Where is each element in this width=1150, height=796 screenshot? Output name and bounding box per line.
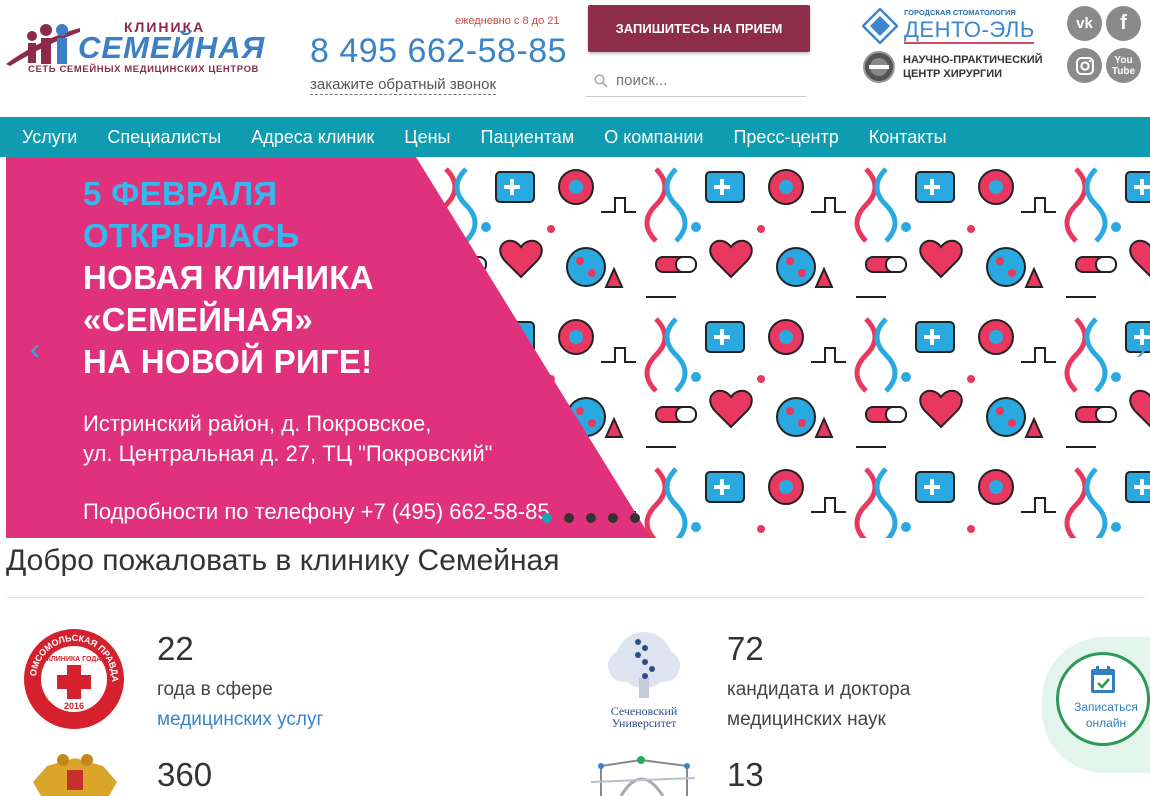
main-navigation: Услуги Специалисты Адреса клиник Цены Па…	[0, 117, 1150, 157]
search-icon[interactable]	[586, 73, 616, 88]
banner-headline-date: 5 ФЕВРАЛЯ	[83, 175, 278, 212]
banner-phone-info: Подробности по телефону +7 (495) 662-58-…	[83, 499, 550, 524]
award-title-text: КЛИНИКА ГОДА	[47, 656, 102, 663]
youtube-icon[interactable]: You Tube	[1106, 48, 1141, 83]
surgery-center-text: НАУЧНО-ПРАКТИЧЕСКИЙ ЦЕНТР ХИРУРГИИ	[903, 53, 1043, 81]
youtube-label-2: Tube	[1111, 65, 1136, 77]
clinic-of-year-award-icon: КОМСОМОЛЬСКАЯ ПРАВДА МОСКВА КЛИНИКА ГОДА…	[22, 627, 124, 729]
nav-item-press[interactable]: Пресс-центр	[733, 127, 838, 148]
facebook-icon[interactable]: f	[1106, 6, 1141, 41]
dento-el-title: ДЕНТО-ЭЛЬ	[904, 17, 1035, 42]
banner-headline-opened: ОТКРЫЛАСЬ	[83, 217, 300, 254]
award-year-text: 2016	[64, 701, 84, 711]
instagram-icon[interactable]	[1067, 48, 1102, 83]
working-hours: ежедневно с 8 до 21	[455, 15, 560, 27]
nav-item-addresses[interactable]: Адреса клиник	[251, 127, 374, 148]
carousel-dot[interactable]	[542, 513, 552, 523]
welcome-heading: Добро пожаловать в клинику Семейная	[6, 544, 560, 577]
carousel-next-arrow-icon[interactable]: ›	[1136, 333, 1146, 367]
stat-years-line-2[interactable]: медицинских услуг	[157, 709, 323, 731]
surgery-line-2: ЦЕНТР ХИРУРГИИ	[903, 68, 1003, 80]
carousel-dot[interactable]	[630, 513, 640, 523]
banner-headline-clinic: НОВАЯ КЛИНИКА	[83, 259, 374, 296]
carousel-dot[interactable]	[586, 513, 596, 523]
banner-address-line-2: ул. Центральная д. 27, ТЦ "Покровский"	[83, 441, 493, 466]
callback-link[interactable]: закажите обратный звонок	[310, 76, 497, 95]
stat-years-number: 22	[157, 630, 194, 667]
logo-title: СЕМЕЙНАЯ	[78, 30, 266, 65]
site-header: КЛИНИКА СЕМЕЙНАЯ СЕТЬ СЕМЕЙНЫХ МЕДИЦИНСК…	[0, 0, 1150, 117]
logo-subtitle: СЕТЬ СЕМЕЙНЫХ МЕДИЦИНСКИХ ЦЕНТРОВ	[28, 64, 260, 75]
carousel-dots	[542, 513, 652, 523]
surgery-line-1: НАУЧНО-ПРАКТИЧЕСКИЙ	[903, 54, 1043, 66]
tooth-diamond-icon	[862, 8, 898, 44]
online-booking-widget: Записаться онлайн	[1042, 637, 1150, 773]
appointment-button[interactable]: ЗАПИШИТЕСЬ НА ПРИЕМ	[588, 5, 810, 52]
banner-headline-name: «СЕМЕЙНАЯ»	[83, 301, 314, 338]
surgery-emblem-icon	[863, 51, 895, 83]
coat-of-arms-icon	[33, 754, 117, 796]
youtube-label-1: You	[1114, 54, 1133, 66]
nav-item-patients[interactable]: Пациентам	[481, 127, 575, 148]
search-input[interactable]	[616, 72, 796, 89]
sechenov-university-logo: Сеченовский Университет	[598, 628, 690, 730]
nav-item-prices[interactable]: Цены	[404, 127, 450, 148]
promo-carousel[interactable]: 5 ФЕВРАЛЯ ОТКРЫЛАСЬ НОВАЯ КЛИНИКА «СЕМЕЙ…	[6, 157, 1150, 538]
stat-doctors-line-2: медицинских наук	[727, 709, 886, 730]
dento-el-partner-logo[interactable]: ГОРОДСКАЯ СТОМАТОЛОГИЯ ДЕНТО-ЭЛЬ	[862, 6, 1042, 46]
dento-el-underline	[904, 42, 1034, 44]
phone-number[interactable]: 8 495 662-58-85	[310, 32, 567, 71]
stat-specialists-number: 360	[157, 756, 213, 793]
nav-item-services[interactable]: Услуги	[22, 127, 77, 148]
calendar-check-icon	[1091, 666, 1115, 693]
section-divider	[6, 597, 1146, 598]
stat-years-line-1: года в сфере	[157, 679, 273, 700]
nav-item-about[interactable]: О компании	[604, 127, 703, 148]
online-booking-label: Записаться онлайн	[1059, 699, 1150, 731]
surgery-center-partner-logo[interactable]: НАУЧНО-ПРАКТИЧЕСКИЙ ЦЕНТР ХИРУРГИИ	[862, 50, 1052, 86]
carousel-dot[interactable]	[564, 513, 574, 523]
stat-clinics-number: 13	[727, 756, 764, 793]
clinic-logo[interactable]: КЛИНИКА СЕМЕЙНАЯ СЕТЬ СЕМЕЙНЫХ МЕДИЦИНСК…	[6, 14, 268, 76]
stat-doctors-line-1: кандидата и доктора	[727, 679, 911, 700]
metro-map-icon	[591, 756, 695, 796]
search-box	[586, 65, 806, 97]
carousel-prev-arrow-icon[interactable]: ‹	[30, 333, 40, 367]
banner-address-line-1: Истринский район, д. Покровское,	[83, 411, 432, 436]
carousel-dot[interactable]	[608, 513, 618, 523]
online-booking-button[interactable]: Записаться онлайн	[1056, 652, 1150, 746]
stat-doctors-number: 72	[727, 630, 764, 667]
sechenov-tree-icon	[608, 632, 680, 698]
online-booking-line-2: онлайн	[1085, 716, 1127, 730]
online-booking-line-1: Записаться	[1074, 700, 1138, 714]
banner-headline-location: НА НОВОЙ РИГЕ!	[83, 343, 373, 380]
nav-item-contacts[interactable]: Контакты	[869, 127, 947, 148]
dento-el-subtitle: ГОРОДСКАЯ СТОМАТОЛОГИЯ	[904, 8, 1016, 17]
sechenov-text-2: Университет	[611, 716, 677, 730]
nav-item-specialists[interactable]: Специалисты	[107, 127, 221, 148]
vk-icon[interactable]: vk	[1067, 6, 1102, 41]
